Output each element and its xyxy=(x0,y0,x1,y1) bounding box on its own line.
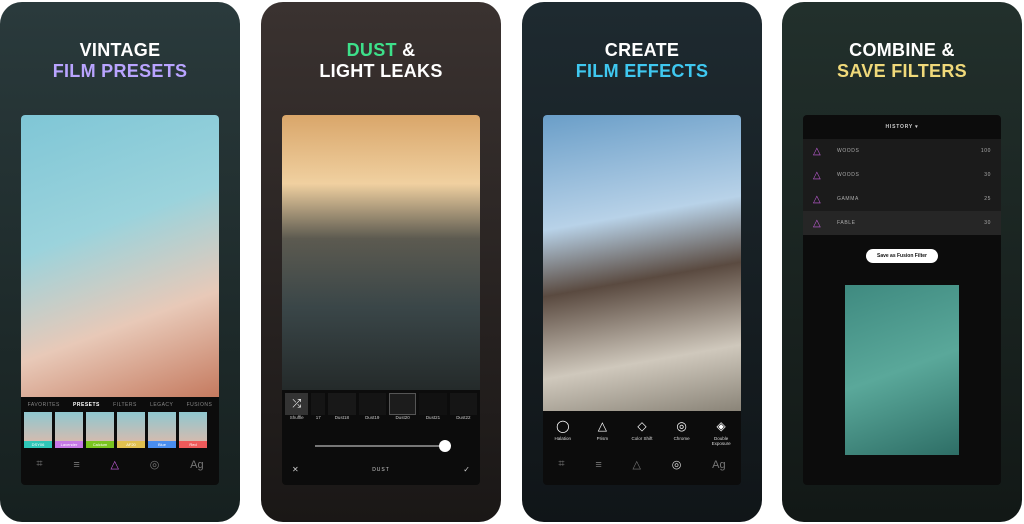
preset-thumb[interactable]: Lavender xyxy=(55,412,83,448)
dust-item[interactable]: 17 xyxy=(311,393,326,420)
dust-item[interactable]: Dust18 xyxy=(328,393,356,420)
photo xyxy=(845,285,959,455)
phone-screen: FAVORITES PRESETS FILTERS LEGACY FUSIONS… xyxy=(21,115,219,485)
chrome-icon: ◎ xyxy=(676,419,687,433)
preset-tabs: FAVORITES PRESETS FILTERS LEGACY FUSIONS xyxy=(21,397,219,408)
effect-halation[interactable]: ◯ Halation xyxy=(548,419,578,446)
dust-item[interactable]: Dust22 xyxy=(449,393,478,420)
presets-icon[interactable]: △ xyxy=(633,458,641,471)
tab-legacy[interactable]: LEGACY xyxy=(150,402,173,408)
dust-item[interactable]: Dust21 xyxy=(419,393,447,420)
panel-combine-save: COMBINE & SAVE FILTERS HISTORY ▾ △ WOODS 10… xyxy=(782,2,1022,522)
photo xyxy=(282,115,480,390)
fusion-icon[interactable]: ◎ xyxy=(150,458,160,471)
photo xyxy=(543,115,741,411)
effect-double-exposure[interactable]: ◈ Double Exposure xyxy=(706,419,736,446)
preset-list: DSY06 Lavender Calcium AF20 Blue Red xyxy=(21,408,219,452)
save-fusion-filter-button[interactable]: Save as Fusion Filter xyxy=(866,249,938,263)
dust-list: ⤮ Shuffle 17 Dust18 Dust19 Dust20 Dust21 … xyxy=(282,393,480,420)
prism-icon: △ xyxy=(813,193,822,205)
panel-title: DUST xyxy=(372,466,390,473)
effect-chrome[interactable]: ◎ Chrome xyxy=(667,419,697,446)
photo xyxy=(21,115,219,397)
phone-screen: HISTORY ▾ △ WOODS 100 △ WOODS 30 △ GAMMA 25 △ F… xyxy=(803,115,1001,485)
tab-filters[interactable]: FILTERS xyxy=(113,402,137,408)
preset-thumb[interactable]: Blue xyxy=(148,412,176,448)
preset-thumb[interactable]: AF20 xyxy=(117,412,145,448)
crop-icon[interactable]: ⌗ xyxy=(558,458,564,471)
panel-film-effects: CREATE FILM EFFECTS ◯ Halation △ Prism ◇ Col… xyxy=(522,2,762,522)
shuffle-button[interactable]: ⤮ Shuffle xyxy=(285,393,309,420)
text-icon[interactable]: Ag xyxy=(712,459,725,471)
headline: VINTAGE FILM PRESETS xyxy=(52,40,188,81)
tab-fusions[interactable]: FUSIONS xyxy=(187,402,213,408)
effect-color-shift[interactable]: ◇ Color Shift xyxy=(627,419,657,446)
dust-item[interactable]: Dust19 xyxy=(358,393,386,420)
prism-icon: △ xyxy=(813,217,822,229)
headline: CREATE FILM EFFECTS xyxy=(575,40,709,81)
layers-icon: ◈ xyxy=(716,419,726,433)
adjust-icon[interactable]: ≡ xyxy=(73,459,79,471)
check-icon[interactable]: ✓ xyxy=(463,465,470,474)
slider-handle[interactable] xyxy=(439,440,451,452)
preset-thumb[interactable]: DSY06 xyxy=(24,412,52,448)
panel-vintage-presets: VINTAGE FILM PRESETS FAVORITES PRESETS FI… xyxy=(0,2,240,522)
adjust-icon[interactable]: ≡ xyxy=(595,459,601,471)
effect-prism[interactable]: △ Prism xyxy=(587,419,617,446)
panel-dust-light-leaks: DUST & LIGHT LEAKS ⤮ Shuffle 17 Dust18 Dus… xyxy=(261,2,501,522)
preset-thumb[interactable]: Red xyxy=(179,412,207,448)
tab-favorites[interactable]: FAVORITES xyxy=(28,402,60,408)
headline: COMBINE & SAVE FILTERS xyxy=(837,40,967,81)
close-icon[interactable]: ✕ xyxy=(292,465,299,474)
tab-presets[interactable]: PRESETS xyxy=(73,402,100,408)
history-row[interactable]: △ GAMMA 25 xyxy=(803,187,1001,211)
toolbar: ⌗ ≡ △ ◎ Ag xyxy=(21,452,219,471)
prism-icon: △ xyxy=(813,169,822,181)
text-icon[interactable]: Ag xyxy=(190,459,203,471)
history-row[interactable]: △ FABLE 30 xyxy=(803,211,1001,235)
history-dropdown[interactable]: HISTORY ▾ xyxy=(803,115,1001,139)
crop-icon[interactable]: ⌗ xyxy=(36,458,42,471)
intensity-slider[interactable] xyxy=(315,440,451,452)
effects-list: ◯ Halation △ Prism ◇ Color Shift ◎ Chrome ◈ D… xyxy=(543,411,741,446)
phone-screen: ⤮ Shuffle 17 Dust18 Dust19 Dust20 Dust21 … xyxy=(282,115,480,485)
history-row[interactable]: △ WOODS 100 xyxy=(803,139,1001,163)
prism-icon: △ xyxy=(597,419,607,433)
prism-icon: △ xyxy=(813,145,822,157)
history-row[interactable]: △ WOODS 30 xyxy=(803,163,1001,187)
toolbar: ⌗ ≡ △ ◎ Ag xyxy=(543,446,741,471)
headline: DUST & LIGHT LEAKS xyxy=(319,40,443,81)
phone-screen: ◯ Halation △ Prism ◇ Color Shift ◎ Chrome ◈ D… xyxy=(543,115,741,485)
ring-icon: ◯ xyxy=(556,419,570,433)
fusion-icon[interactable]: ◎ xyxy=(672,458,682,471)
diamond-icon: ◇ xyxy=(637,419,647,433)
preset-thumb[interactable]: Calcium xyxy=(86,412,114,448)
presets-icon[interactable]: △ xyxy=(111,458,119,471)
dust-item[interactable]: Dust20 xyxy=(388,393,417,420)
